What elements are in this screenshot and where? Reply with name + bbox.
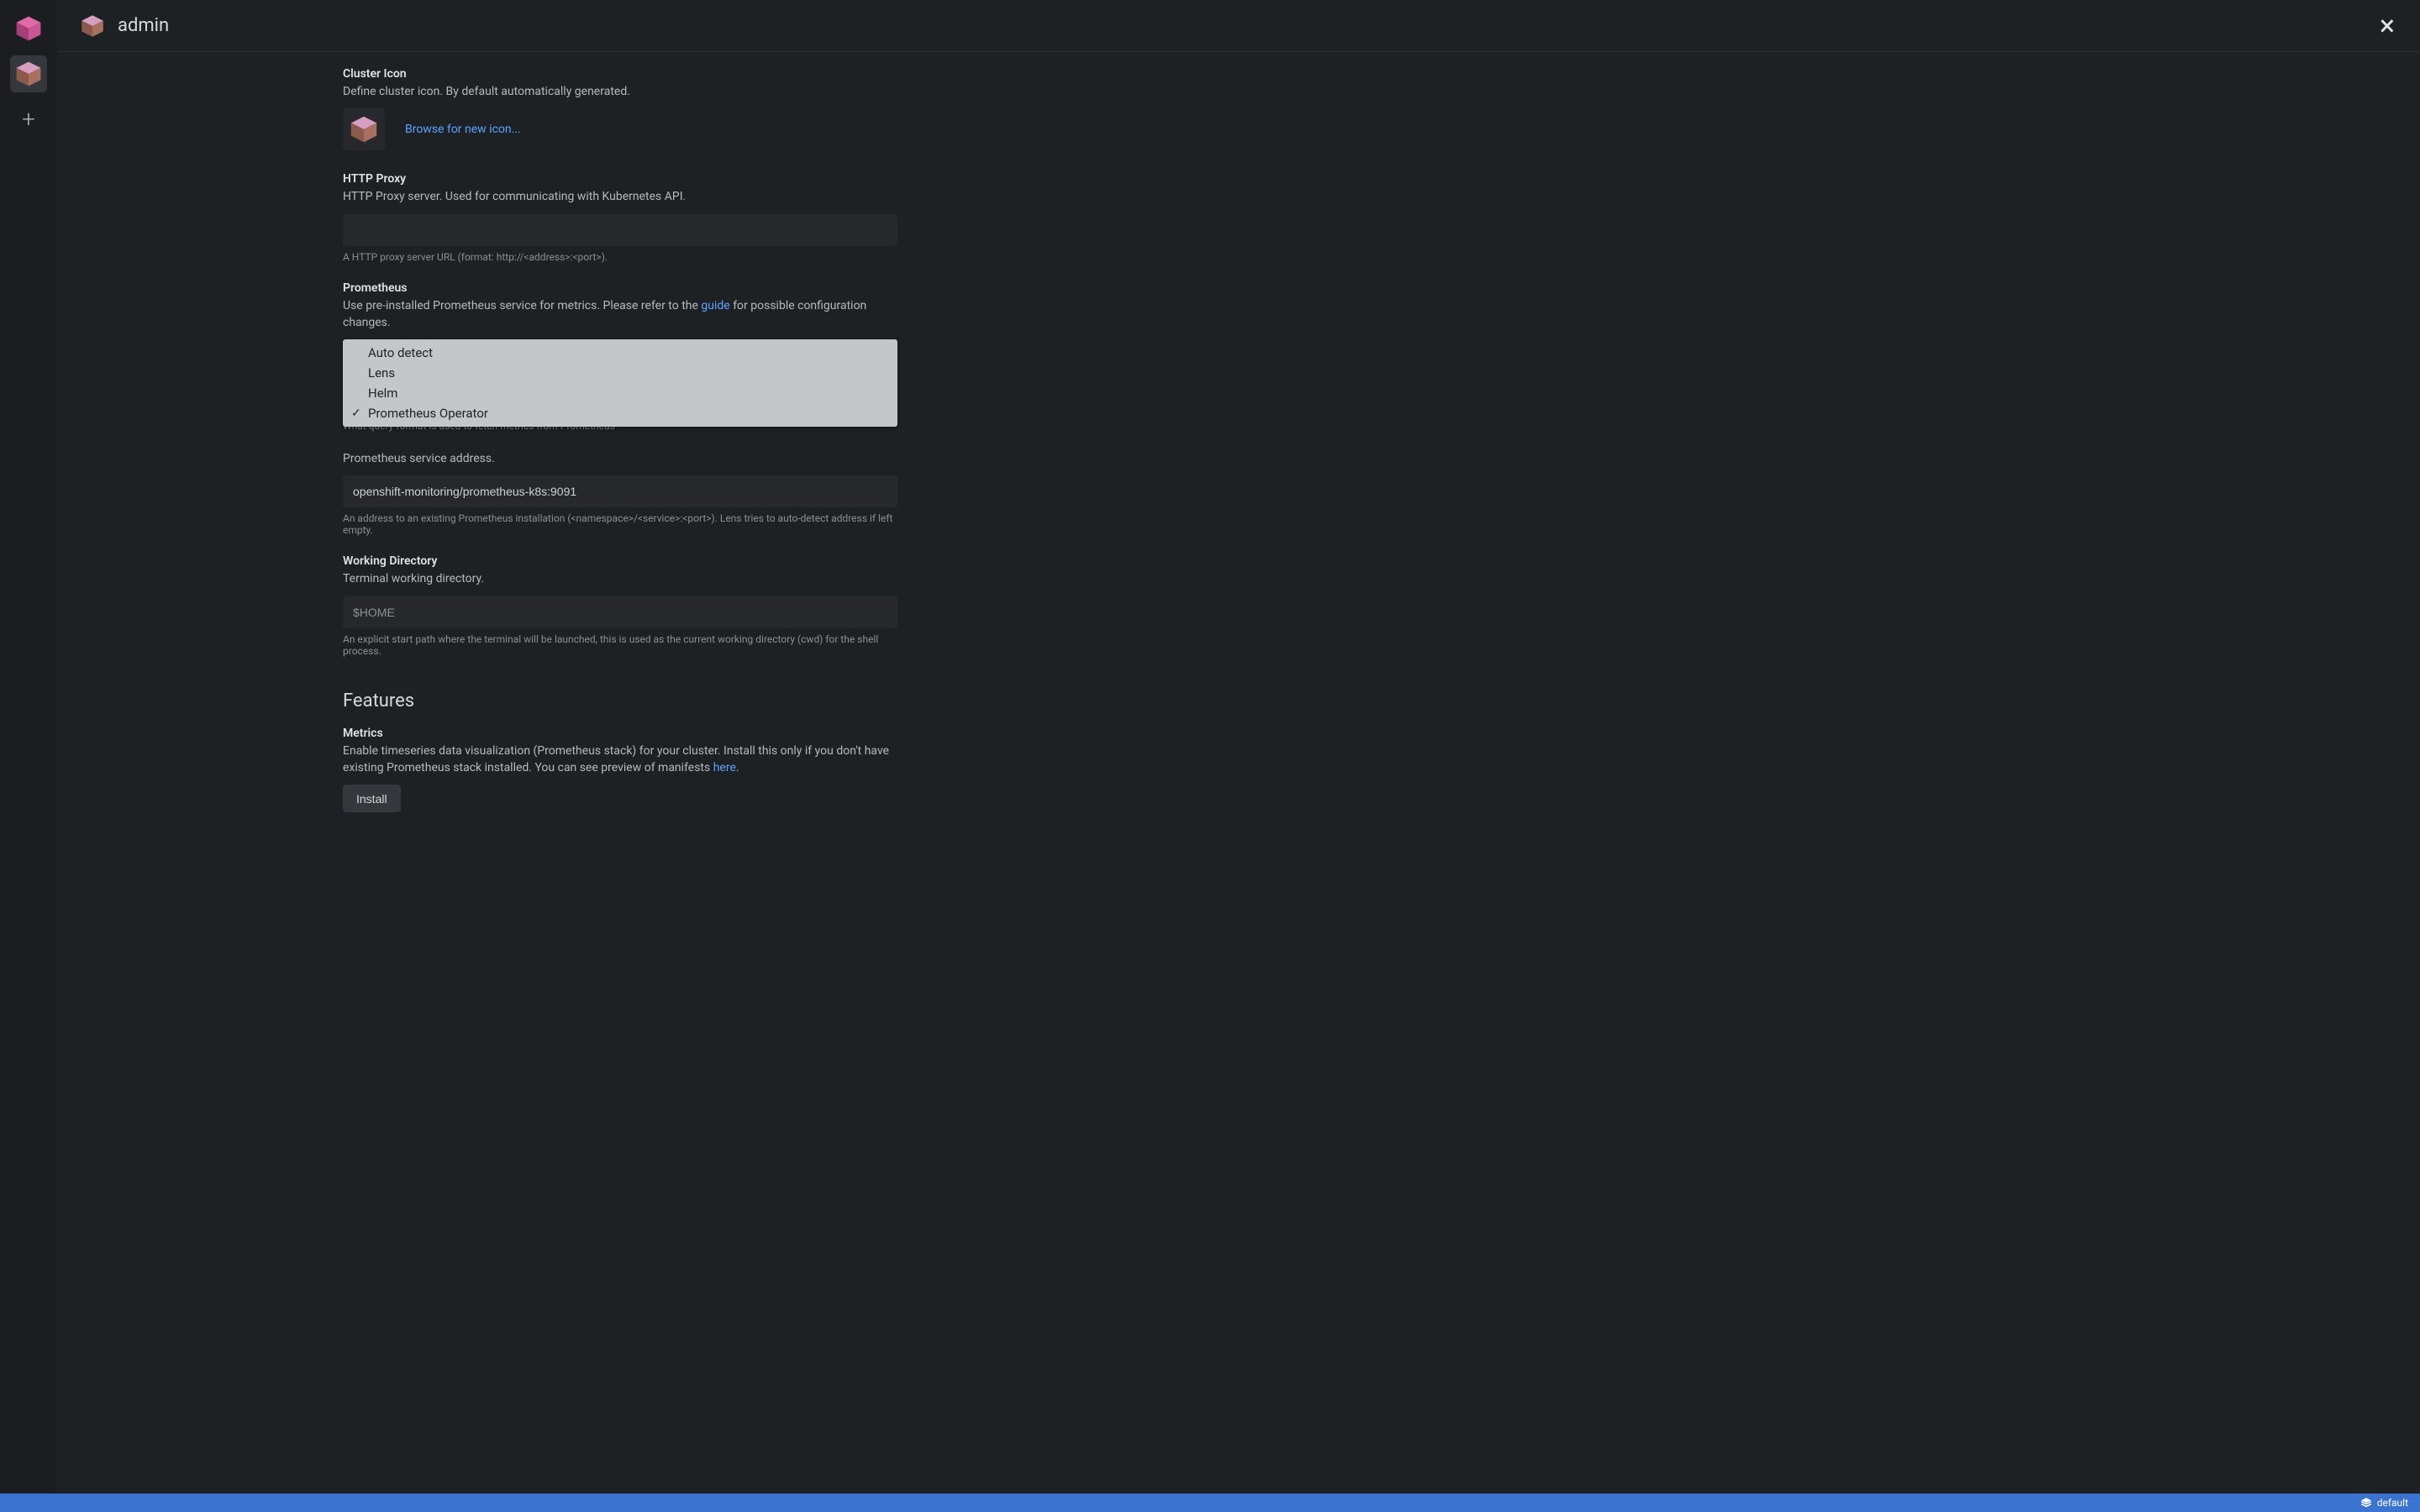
sidebar-cluster-1[interactable] — [10, 10, 47, 47]
sidebar-cluster-admin[interactable] — [10, 55, 47, 92]
http-proxy-desc: HTTP Proxy server. Used for communicatin… — [343, 188, 897, 205]
close-icon: × — [2380, 9, 2395, 43]
section-metrics: Metrics Enable timeseries data visualiza… — [343, 727, 897, 813]
section-cluster-icon: Cluster Icon Define cluster icon. By def… — [343, 67, 897, 150]
topbar: admin × — [57, 0, 2420, 52]
prometheus-address-hint: An address to an existing Prometheus ins… — [343, 512, 897, 536]
sidebar-add-cluster[interactable]: + — [10, 101, 47, 138]
status-context[interactable]: default — [2377, 1497, 2408, 1509]
http-proxy-hint: A HTTP proxy server URL (format: http://… — [343, 251, 897, 263]
layers-icon — [2360, 1497, 2372, 1509]
prometheus-option-operator[interactable]: Prometheus Operator — [343, 403, 897, 423]
prometheus-option-auto[interactable]: Auto detect — [343, 343, 897, 363]
cube-icon — [348, 113, 380, 145]
prometheus-address-input[interactable] — [343, 475, 897, 507]
browse-icon-link[interactable]: Browse for new icon... — [405, 123, 521, 136]
working-dir-hint: An explicit start path where the termina… — [343, 633, 897, 657]
cube-icon — [13, 13, 44, 44]
status-bar: default — [0, 1494, 2420, 1512]
features-heading: Features — [343, 690, 897, 711]
prometheus-format-dropdown: Auto detect Lens Helm Prometheus Operato… — [343, 339, 897, 427]
section-prometheus: Prometheus Use pre-installed Prometheus … — [343, 281, 897, 537]
metrics-desc: Enable timeseries data visualization (Pr… — [343, 743, 897, 777]
http-proxy-input[interactable] — [343, 214, 897, 246]
install-button[interactable]: Install — [343, 785, 401, 812]
prometheus-option-helm[interactable]: Helm — [343, 383, 897, 403]
prometheus-address-label: Prometheus service address. — [343, 450, 897, 467]
http-proxy-label: HTTP Proxy — [343, 172, 897, 186]
prometheus-desc: Use pre-installed Prometheus service for… — [343, 297, 897, 332]
page-title: admin — [118, 15, 169, 36]
app-sidebar: + — [0, 0, 57, 1494]
metrics-label: Metrics — [343, 727, 897, 740]
cluster-icon-desc: Define cluster icon. By default automati… — [343, 83, 897, 100]
prometheus-guide-link[interactable]: guide — [701, 299, 729, 312]
close-button[interactable]: × — [2376, 8, 2398, 44]
section-http-proxy: HTTP Proxy HTTP Proxy server. Used for c… — [343, 172, 897, 262]
cube-icon — [13, 59, 44, 89]
prometheus-label: Prometheus — [343, 281, 897, 295]
prometheus-format-select[interactable]: Auto detect Lens Helm Prometheus Operato… — [343, 339, 897, 373]
cluster-icon-label: Cluster Icon — [343, 67, 897, 81]
cluster-icon-preview — [343, 108, 385, 150]
working-dir-label: Working Directory — [343, 554, 897, 568]
metrics-here-link[interactable]: here — [713, 761, 736, 774]
plus-icon: + — [22, 108, 35, 131]
working-dir-desc: Terminal working directory. — [343, 570, 897, 587]
working-dir-input[interactable] — [343, 596, 897, 628]
prometheus-option-lens[interactable]: Lens — [343, 363, 897, 383]
section-working-dir: Working Directory Terminal working direc… — [343, 554, 897, 656]
cube-icon — [79, 13, 106, 39]
